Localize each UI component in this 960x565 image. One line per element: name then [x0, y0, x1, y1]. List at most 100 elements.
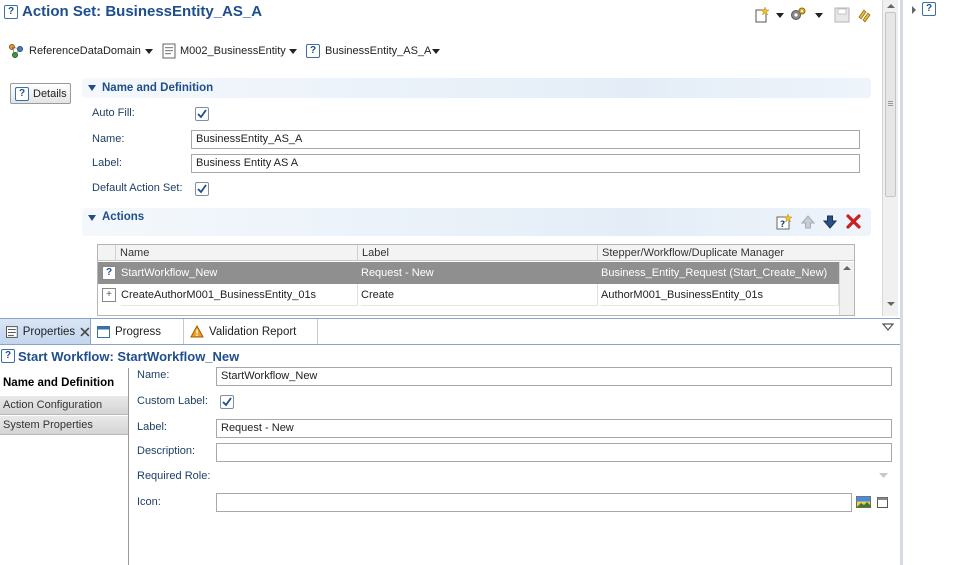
- move-up-icon[interactable]: [801, 215, 815, 229]
- tab-label: Properties: [22, 325, 76, 338]
- prop-label-label: Label:: [137, 421, 167, 433]
- description-label: Description:: [137, 445, 196, 457]
- table-scrollbar[interactable]: [839, 262, 854, 315]
- column-header-label[interactable]: Label: [358, 245, 598, 261]
- new-item-dropdown-icon[interactable]: [776, 13, 784, 18]
- cell-name: CreateAuthorM001_BusinessEntity_01s: [121, 284, 358, 306]
- close-tab-icon[interactable]: [80, 327, 90, 337]
- default-action-set-checkbox[interactable]: [195, 182, 209, 196]
- details-button[interactable]: ? Details: [10, 83, 71, 104]
- create-action-icon: +: [102, 288, 116, 302]
- icon-field[interactable]: [216, 493, 852, 512]
- progress-icon: [97, 325, 110, 338]
- name-label: Name:: [92, 133, 125, 145]
- start-workflow-title-icon: ?: [1, 349, 15, 363]
- scroll-thumb[interactable]: [885, 12, 896, 197]
- checkmark-icon: [197, 109, 207, 119]
- settings-dropdown-icon[interactable]: [815, 13, 823, 18]
- checkmark-icon: [222, 397, 232, 407]
- actions-table: Name Label Stepper/Workflow/Duplicate Ma…: [97, 244, 855, 316]
- prop-name-label: Name:: [137, 369, 170, 381]
- custom-label-label: Custom Label:: [137, 395, 208, 407]
- new-item-icon[interactable]: [754, 7, 770, 23]
- cell-target: Business_Entity_Request (Start_Create_Ne…: [601, 267, 828, 279]
- properties-icon: [6, 325, 18, 338]
- add-action-icon[interactable]: ?: [776, 214, 792, 230]
- details-icon: ?: [15, 86, 29, 101]
- cell-name: StartWorkflow_New: [121, 267, 218, 279]
- prop-label-field[interactable]: Request - New: [216, 419, 892, 438]
- domain-icon: [8, 43, 24, 59]
- tab-properties[interactable]: Properties: [0, 319, 91, 344]
- description-field[interactable]: [216, 443, 892, 462]
- auto-fill-label: Auto Fill:: [92, 107, 135, 119]
- required-role-label: Required Role:: [137, 470, 211, 482]
- auto-fill-checkbox[interactable]: [195, 107, 209, 121]
- move-down-icon[interactable]: [823, 215, 837, 229]
- cell-label: Request - New: [361, 267, 434, 279]
- tab-validation-report[interactable]: Validation Report: [184, 319, 318, 344]
- action-set-editor: ? Action Set: BusinessEntity_AS_A Refere…: [0, 0, 898, 316]
- properties-side-tabs: Name and Definition Action Configuration…: [0, 368, 129, 565]
- table-header-spacer: [98, 245, 116, 261]
- editor-scrollbar[interactable]: [882, 0, 898, 316]
- scroll-up-icon[interactable]: [840, 262, 854, 274]
- help-icon[interactable]: ?: [4, 5, 18, 19]
- required-role-dropdown[interactable]: [216, 467, 892, 486]
- settings-gear-icon[interactable]: [790, 6, 806, 22]
- table-row[interactable]: ? StartWorkflow_New Request - New Busine…: [98, 262, 839, 284]
- icon-label: Icon:: [137, 496, 161, 508]
- properties-tab-bar: Properties Progress Validation Report: [0, 318, 900, 344]
- cell-target: AuthorM001_BusinessEntity_01s: [601, 284, 839, 306]
- action-set-icon: ?: [306, 44, 320, 58]
- breadcrumb-action-set-dropdown-icon[interactable]: [432, 49, 440, 54]
- save-icon[interactable]: [834, 7, 850, 23]
- tab-progress[interactable]: Progress: [91, 319, 184, 344]
- start-workflow-icon: ?: [102, 266, 116, 280]
- column-header-name[interactable]: Name: [116, 245, 358, 261]
- label-field[interactable]: Business Entity AS A: [191, 154, 860, 173]
- svg-text:?: ?: [780, 220, 785, 230]
- breadcrumb-action-set[interactable]: BusinessEntity_AS_A: [325, 45, 431, 57]
- scroll-down-icon[interactable]: [883, 298, 898, 310]
- right-panel: ?: [900, 0, 960, 565]
- cell-label: Create: [361, 284, 598, 306]
- warning-icon: [190, 325, 204, 338]
- editor-title: Action Set: BusinessEntity_AS_A: [22, 3, 263, 20]
- checkmark-icon: [197, 184, 207, 194]
- expand-arrow-icon[interactable]: [911, 6, 917, 14]
- view-menu-icon[interactable]: [882, 323, 894, 332]
- properties-title: Start Workflow: StartWorkflow_New: [18, 349, 240, 364]
- details-label: Details: [33, 87, 67, 100]
- side-tab-action-configuration[interactable]: Action Configuration: [0, 396, 128, 415]
- prop-name-field[interactable]: StartWorkflow_New: [216, 367, 892, 386]
- breadcrumb-model-dropdown-icon[interactable]: [289, 49, 297, 54]
- sync-icon[interactable]: [856, 7, 872, 23]
- side-tab-system-properties[interactable]: System Properties: [0, 416, 128, 435]
- collapse-icon: [88, 85, 96, 91]
- clear-icon[interactable]: [877, 497, 888, 508]
- breadcrumb-domain-dropdown-icon[interactable]: [145, 49, 153, 54]
- delete-icon[interactable]: [846, 214, 861, 229]
- name-definition-section-header[interactable]: Name and Definition: [82, 78, 871, 98]
- actions-section-header[interactable]: Actions: [82, 208, 871, 236]
- column-header-target[interactable]: Stepper/Workflow/Duplicate Manager: [598, 245, 854, 261]
- tab-label: Progress: [115, 325, 162, 338]
- outline-icon[interactable]: ?: [922, 2, 936, 16]
- name-field[interactable]: BusinessEntity_AS_A: [191, 130, 860, 149]
- custom-label-checkbox[interactable]: [220, 395, 234, 409]
- browse-image-icon[interactable]: [856, 495, 871, 509]
- side-tab-name-definition[interactable]: Name and Definition: [0, 374, 128, 393]
- collapse-icon: [88, 215, 96, 221]
- chevron-down-icon: [879, 473, 888, 478]
- scroll-up-icon[interactable]: [883, 0, 898, 12]
- label-label: Label:: [92, 157, 122, 169]
- section-title: Name and Definition: [102, 82, 214, 94]
- model-icon: [162, 43, 176, 59]
- default-action-set-label: Default Action Set:: [92, 182, 183, 194]
- breadcrumb-model[interactable]: M002_BusinessEntity: [180, 45, 286, 57]
- table-row[interactable]: + CreateAuthorM001_BusinessEntity_01s Cr…: [98, 284, 839, 306]
- section-title: Actions: [102, 211, 145, 223]
- breadcrumb-domain[interactable]: ReferenceDataDomain: [29, 45, 141, 57]
- tab-label: Validation Report: [209, 325, 297, 338]
